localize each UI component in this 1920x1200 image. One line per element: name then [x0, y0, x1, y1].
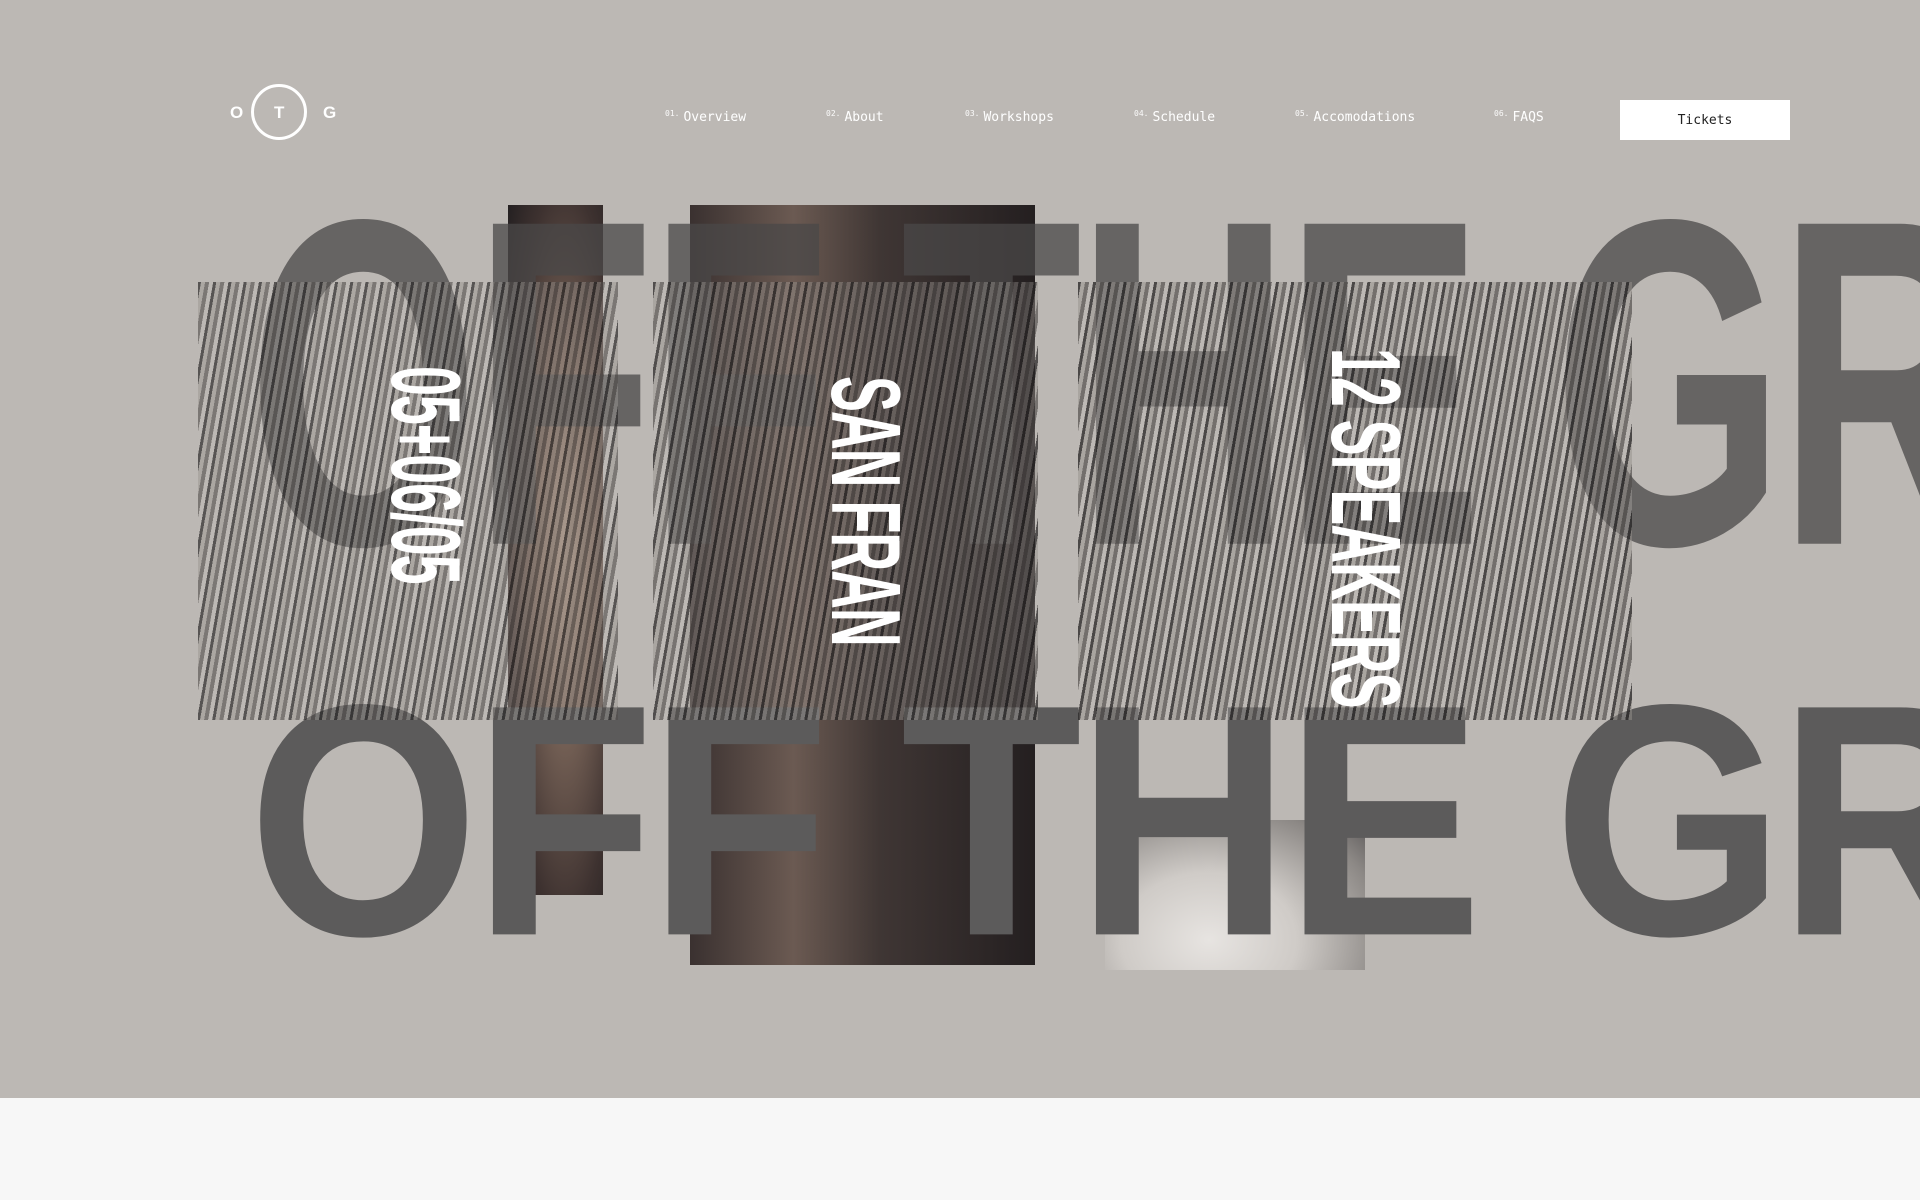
nav-item-label: About — [844, 110, 884, 125]
nav-item-number: 05. — [1295, 109, 1310, 118]
hero-photo-left — [508, 205, 603, 895]
hero-photo-right — [1105, 820, 1365, 970]
nav-item-number: 01. — [665, 109, 680, 118]
nav-item-label: Schedule — [1152, 110, 1216, 125]
nav-item-overview[interactable]: 01. Overview — [665, 110, 746, 126]
event-date: 05+06/05 — [371, 366, 481, 584]
nav-item-about[interactable]: 02. About — [826, 110, 884, 126]
nav-item-workshops[interactable]: 03. Workshops — [965, 110, 1054, 126]
nav-item-schedule[interactable]: 04. Schedule — [1134, 110, 1215, 126]
nav-item-label: Workshops — [983, 110, 1054, 125]
headline-bottom: OFF THE GRID. — [248, 635, 1920, 1005]
nav-item-number: 04. — [1134, 109, 1149, 118]
tickets-button[interactable]: Tickets — [1620, 100, 1790, 140]
hero-section: OFF THE GRID. OFF THE GRID. 05+06/05 SAN… — [0, 0, 1920, 1098]
nav-item-label: FAQS — [1512, 110, 1544, 125]
nav-item-number: 02. — [826, 109, 841, 118]
nav-item-number: 03. — [965, 109, 980, 118]
nav-item-accomodations[interactable]: 05. Accomodations — [1295, 110, 1415, 126]
nav-item-number: 06. — [1494, 109, 1509, 118]
headline-top: OFF THE GRID. — [248, 122, 1920, 643]
nav-item-label: Overview — [683, 110, 747, 125]
event-city: SAN FRAN — [811, 376, 921, 646]
nav-item-faqs[interactable]: 06. FAQS — [1494, 110, 1544, 126]
nav-item-label: Accomodations — [1313, 110, 1416, 125]
event-speakers: 12 SPEAKERS — [1311, 348, 1421, 708]
content-section — [0, 1098, 1920, 1200]
